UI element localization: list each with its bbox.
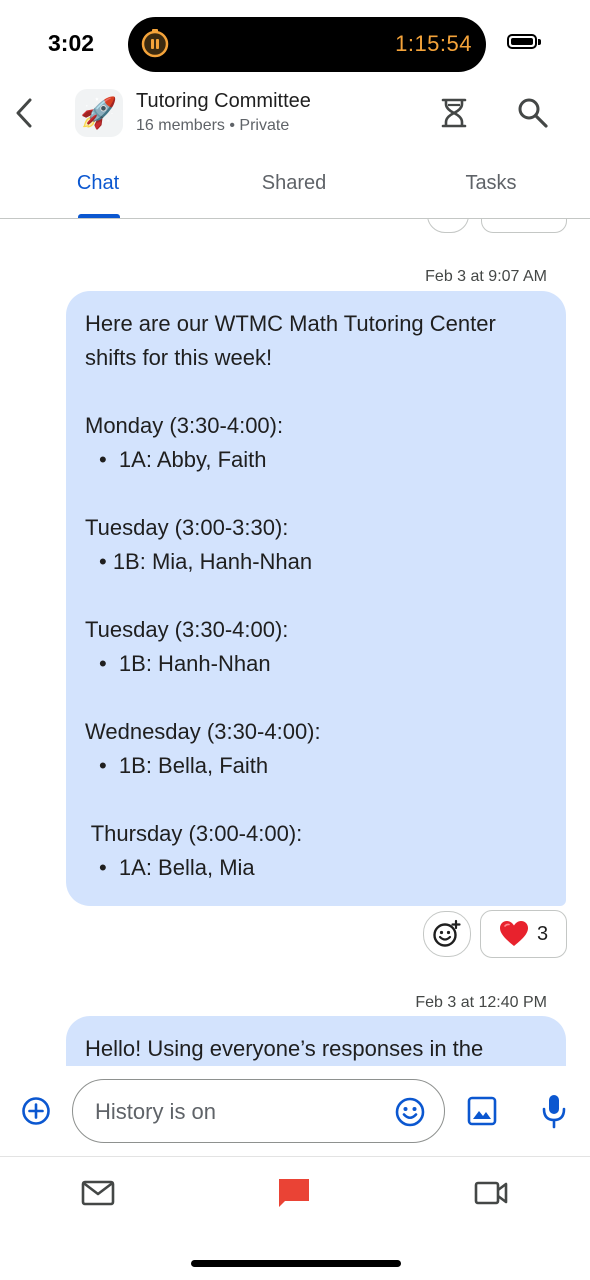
home-indicator xyxy=(191,1260,401,1267)
chevron-left-icon[interactable] xyxy=(10,95,40,131)
message-line: • 1A: Abby, Faith xyxy=(99,447,267,472)
message-line: Wednesday (3:30-4:00): xyxy=(85,719,321,744)
tab-chat[interactable]: Chat xyxy=(77,172,119,195)
hourglass-icon[interactable] xyxy=(437,96,471,130)
message-line: Monday (3:30-4:00): xyxy=(85,413,284,438)
message-input[interactable] xyxy=(93,1094,387,1130)
message-line: shifts for this week! xyxy=(85,345,273,370)
image-icon[interactable] xyxy=(466,1095,498,1127)
video-icon[interactable] xyxy=(473,1176,509,1210)
message-line: Thursday (3:00-4:00): xyxy=(85,821,303,846)
message-line: Hello! Using everyone’s responses in the xyxy=(85,1036,484,1061)
bottom-nav-divider xyxy=(0,1156,590,1157)
add-circle-icon[interactable] xyxy=(21,1096,51,1126)
dynamic-island[interactable]: 1:15:54 xyxy=(128,17,486,72)
reaction-count: 3 xyxy=(536,922,549,945)
group-avatar[interactable]: 🚀 xyxy=(75,89,123,137)
message-line: • 1B: Hanh-Nhan xyxy=(99,651,271,676)
message-line: Tuesday (3:30-4:00): xyxy=(85,617,289,642)
message-line: • 1B: Mia, Hanh-Nhan xyxy=(99,549,313,574)
message-line: • 1A: Bella, Mia xyxy=(99,855,255,880)
timer-pause-icon xyxy=(141,29,169,58)
partial-reaction-add[interactable] xyxy=(427,219,469,233)
group-name[interactable]: Tutoring Committee xyxy=(136,90,311,113)
message-line: Here are our WTMC Math Tutoring Center xyxy=(85,311,496,336)
rocket-icon: 🚀 xyxy=(80,96,118,130)
add-emoji-icon xyxy=(433,919,461,947)
partial-reaction-chip[interactable] xyxy=(481,219,567,233)
message-bubble[interactable]: Hello! Using everyone’s responses in the xyxy=(66,1016,566,1066)
message-composer[interactable] xyxy=(72,1079,445,1143)
search-icon[interactable] xyxy=(516,96,550,130)
group-meta: 16 members • Private xyxy=(136,117,290,134)
add-reaction-button[interactable] xyxy=(423,911,471,957)
message-timestamp: Feb 3 at 9:07 AM xyxy=(425,268,547,285)
emoji-icon[interactable] xyxy=(394,1096,426,1128)
reaction-chip-heart[interactable]: 3 xyxy=(480,910,567,958)
message-timestamp: Feb 3 at 12:40 PM xyxy=(415,994,547,1011)
tab-shared[interactable]: Shared xyxy=(262,172,327,195)
battery-icon xyxy=(507,34,541,49)
message-list[interactable]: Feb 3 at 9:07 AM Here are our WTMC Math … xyxy=(0,219,590,1066)
timer-readout: 1:15:54 xyxy=(395,31,472,56)
mic-icon[interactable] xyxy=(538,1093,570,1129)
tab-tasks[interactable]: Tasks xyxy=(465,172,516,195)
message-line: Tuesday (3:00-3:30): xyxy=(85,515,289,540)
mail-icon[interactable] xyxy=(80,1176,116,1210)
message-line: • 1B: Bella, Faith xyxy=(99,753,269,778)
chat-icon[interactable] xyxy=(276,1176,312,1210)
status-time: 3:02 xyxy=(48,30,95,56)
heart-icon xyxy=(499,921,528,946)
message-bubble[interactable]: Here are our WTMC Math Tutoring Center s… xyxy=(66,291,566,906)
